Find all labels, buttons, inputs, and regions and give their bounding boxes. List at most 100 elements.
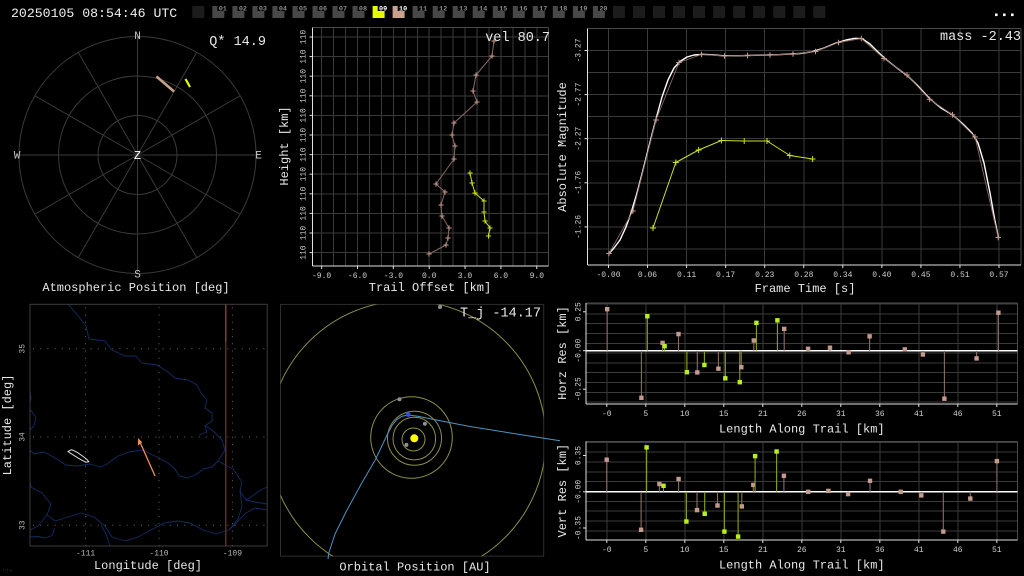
svg-text:46: 46 (953, 410, 963, 419)
svg-text:Absolute Magnitude: Absolute Magnitude (556, 82, 570, 212)
svg-text:S: S (134, 270, 141, 282)
svg-text:11: 11 (419, 5, 427, 13)
svg-text:36: 36 (875, 546, 885, 555)
svg-text:15: 15 (719, 546, 729, 555)
svg-text:12: 12 (439, 5, 447, 13)
svg-text:-109: -109 (223, 549, 242, 558)
svg-text:0.34: 0.34 (833, 271, 852, 280)
svg-text:10: 10 (680, 410, 690, 419)
svg-text:14: 14 (479, 5, 487, 13)
svg-text:110: 110 (300, 226, 309, 241)
svg-text:36: 36 (875, 410, 885, 419)
svg-text:njw: njw (3, 568, 12, 574)
svg-text:Latitude [deg]: Latitude [deg] (1, 375, 15, 476)
svg-text:-2.77: -2.77 (575, 82, 584, 106)
svg-text:3.0: 3.0 (458, 272, 473, 281)
svg-text:06: 06 (319, 5, 327, 13)
svg-text:0.51: 0.51 (950, 271, 969, 280)
svg-text:110: 110 (300, 128, 309, 143)
svg-text:-110: -110 (149, 549, 168, 558)
svg-text:Vert Res [km]: Vert Res [km] (556, 444, 570, 538)
svg-text:Height [km]: Height [km] (278, 106, 292, 185)
svg-text:Atmospheric Position [deg]: Atmospheric Position [deg] (42, 281, 229, 295)
svg-text:110: 110 (300, 88, 309, 103)
svg-text:Length Along Trail [km]: Length Along Trail [km] (719, 559, 885, 573)
svg-text:0.25: 0.25 (575, 302, 584, 321)
svg-text:6.0: 6.0 (494, 272, 509, 281)
svg-text:16: 16 (519, 5, 527, 13)
svg-text:51: 51 (992, 410, 1002, 419)
svg-text:0.06: 0.06 (638, 271, 657, 280)
svg-text:41: 41 (914, 410, 924, 419)
svg-text:02: 02 (239, 5, 247, 13)
svg-text:-0.00: -0.00 (575, 480, 584, 504)
svg-text:-2.27: -2.27 (575, 127, 584, 151)
svg-text:Frame Time [s]: Frame Time [s] (755, 282, 856, 296)
svg-text:0.40: 0.40 (872, 271, 891, 280)
svg-text:0.45: 0.45 (911, 271, 930, 280)
svg-text:Longitude [deg]: Longitude [deg] (94, 559, 202, 573)
svg-text:0.57: 0.57 (989, 271, 1008, 280)
svg-text:10: 10 (399, 5, 407, 13)
svg-text:110: 110 (300, 30, 309, 45)
svg-text:-9.0: -9.0 (312, 272, 331, 281)
svg-text:-0.00: -0.00 (596, 271, 620, 280)
svg-text:110: 110 (300, 206, 309, 221)
svg-text:04: 04 (279, 5, 287, 13)
svg-text:03: 03 (259, 5, 267, 13)
svg-text:07: 07 (339, 5, 347, 13)
svg-text:08: 08 (359, 5, 367, 13)
svg-text:-6.0: -6.0 (348, 272, 367, 281)
svg-text:Z: Z (134, 149, 141, 163)
svg-text:10: 10 (680, 546, 690, 555)
svg-text:35: 35 (19, 344, 28, 354)
svg-text:20250105 08:54:46 UTC: 20250105 08:54:46 UTC (11, 6, 177, 21)
svg-text:110: 110 (300, 186, 309, 201)
svg-text:Q* 14.9: Q* 14.9 (209, 35, 266, 50)
svg-text:-0.25: -0.25 (575, 377, 584, 401)
svg-text:26: 26 (797, 546, 807, 555)
svg-text:-0.00: -0.00 (575, 339, 584, 363)
svg-text:W: W (14, 151, 21, 163)
svg-text:18: 18 (559, 5, 567, 13)
svg-text:0.23: 0.23 (755, 271, 774, 280)
svg-text:T_j -14.17: T_j -14.17 (460, 306, 541, 321)
svg-text:-111: -111 (76, 549, 95, 558)
svg-text:20: 20 (599, 5, 607, 13)
svg-text:110: 110 (300, 245, 309, 260)
svg-text:33: 33 (19, 520, 28, 530)
svg-text:21: 21 (758, 410, 768, 419)
svg-text:110: 110 (300, 147, 309, 162)
svg-text:-0.35: -0.35 (575, 516, 584, 540)
svg-text:9.0: 9.0 (530, 272, 545, 281)
svg-text:15: 15 (499, 5, 507, 13)
svg-text:N: N (134, 31, 141, 43)
svg-text:41: 41 (914, 546, 924, 555)
svg-text:0.0: 0.0 (422, 272, 437, 281)
svg-text:31: 31 (836, 546, 846, 555)
svg-text:5: 5 (643, 546, 648, 555)
svg-text:5: 5 (643, 410, 648, 419)
svg-text:15: 15 (719, 410, 729, 419)
svg-text:0.28: 0.28 (794, 271, 813, 280)
svg-text:0.11: 0.11 (677, 271, 696, 280)
svg-text:Horz Res [km]: Horz Res [km] (556, 306, 570, 400)
svg-text:01: 01 (219, 5, 227, 13)
svg-text:Trail Offset [km]: Trail Offset [km] (369, 281, 491, 295)
svg-text:46: 46 (953, 546, 963, 555)
svg-text:Orbital Position [AU]: Orbital Position [AU] (339, 561, 490, 575)
svg-text:-3.0: -3.0 (384, 272, 403, 281)
svg-text:19: 19 (579, 5, 587, 13)
svg-text:110: 110 (300, 49, 309, 64)
svg-text:09: 09 (379, 5, 387, 13)
svg-text:21: 21 (758, 546, 768, 555)
svg-text:110: 110 (300, 69, 309, 84)
svg-text:E: E (255, 151, 262, 163)
svg-text:0.35: 0.35 (575, 446, 584, 465)
svg-text:Length Along Trail [km]: Length Along Trail [km] (719, 423, 885, 437)
svg-text:17: 17 (539, 5, 547, 13)
svg-text:51: 51 (992, 546, 1002, 555)
svg-text:-0: -0 (602, 410, 612, 419)
svg-text:0.17: 0.17 (716, 271, 735, 280)
svg-text:13: 13 (459, 5, 467, 13)
